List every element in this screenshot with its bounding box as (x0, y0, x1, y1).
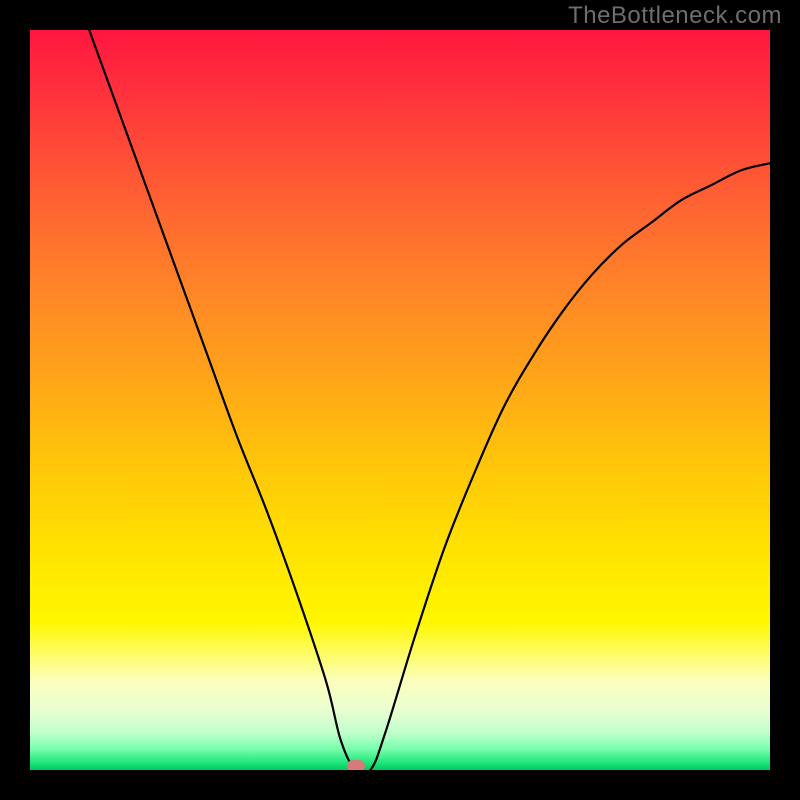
minimum-marker (347, 760, 365, 770)
curve-svg (30, 30, 770, 770)
bottleneck-curve (89, 30, 770, 770)
plot-area (30, 30, 770, 770)
watermark-text: TheBottleneck.com (568, 2, 782, 30)
chart-frame: TheBottleneck.com (0, 0, 800, 800)
